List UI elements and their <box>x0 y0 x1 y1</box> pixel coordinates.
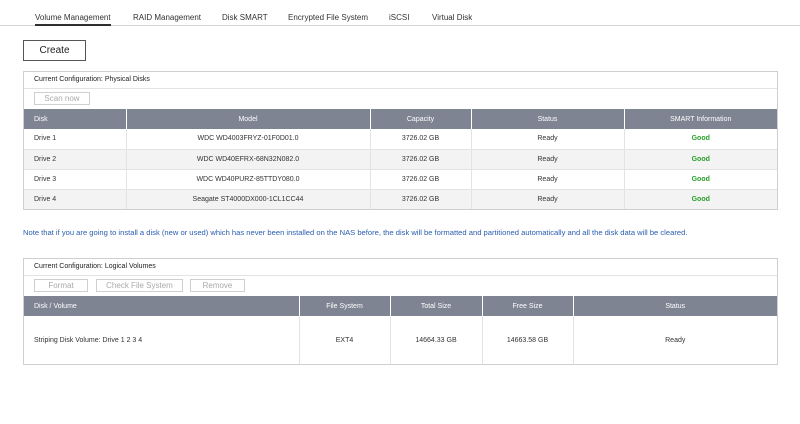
smart-cell: Good <box>624 189 777 209</box>
tab-iscsi[interactable]: iSCSI <box>389 13 409 22</box>
format-warning-note: Note that if you are going to install a … <box>23 228 688 237</box>
logical-volumes-title: Current Configuration: Logical Volumes <box>24 259 777 276</box>
check-file-system-button[interactable]: Check File System <box>96 279 183 292</box>
physical-disks-panel: Current Configuration: Physical Disks Sc… <box>23 71 778 210</box>
column-header-free-size[interactable]: Free Size <box>482 296 574 316</box>
tab-encrypted-file-system[interactable]: Encrypted File System <box>288 13 368 22</box>
column-header-smart[interactable]: SMART Information <box>624 109 777 129</box>
status-cell: Ready <box>471 129 625 150</box>
column-header-disk-volume[interactable]: Disk / Volume <box>24 296 300 316</box>
create-button[interactable]: Create <box>23 40 86 61</box>
scan-now-button[interactable]: Scan now <box>34 92 90 105</box>
column-header-file-system[interactable]: File System <box>299 296 391 316</box>
status-cell: Ready <box>471 149 625 170</box>
model-cell: WDC WD40EFRX-68N32N082.0 <box>126 149 371 170</box>
column-header-status[interactable]: Status <box>471 109 625 129</box>
volume-status-cell: Ready <box>665 336 686 344</box>
logical-volumes-panel: Current Configuration: Logical Volumes F… <box>23 258 778 365</box>
capacity-cell: 3726.02 GB <box>370 169 472 190</box>
model-cell: Seagate ST4000DX000-1CL1CC44 <box>126 189 371 209</box>
capacity-cell: 3726.02 GB <box>370 149 472 170</box>
table-row[interactable]: Striping Disk Volume: Drive 1 2 3 4 EXT4… <box>24 316 777 364</box>
model-cell: WDC WD40PURZ-85TTDY080.0 <box>126 169 371 190</box>
table-row[interactable]: Drive 1 WDC WD4003FRYZ-01F0D01.0 3726.02… <box>24 129 777 150</box>
physical-disks-table: Disk Model Capacity Status SMART Informa… <box>24 109 777 209</box>
model-cell: WDC WD4003FRYZ-01F0D01.0 <box>126 129 371 150</box>
disk-cell: Drive 3 <box>24 169 127 190</box>
tab-virtual-disk[interactable]: Virtual Disk <box>432 13 472 22</box>
column-header-disk[interactable]: Disk <box>24 109 127 129</box>
table-row[interactable]: Drive 4 Seagate ST4000DX000-1CL1CC44 372… <box>24 189 777 209</box>
tab-disk-smart[interactable]: Disk SMART <box>222 13 268 22</box>
capacity-cell: 3726.02 GB <box>370 129 472 150</box>
table-header-row: Disk / Volume File System Total Size Fre… <box>24 296 777 316</box>
column-header-capacity[interactable]: Capacity <box>370 109 472 129</box>
tab-raid-management[interactable]: RAID Management <box>133 13 201 22</box>
disk-cell: Drive 4 <box>24 189 127 209</box>
physical-disks-toolbar: Scan now <box>24 89 777 109</box>
status-cell: Ready <box>471 189 625 209</box>
disk-cell: Drive 1 <box>24 129 127 150</box>
tab-bar: Volume Management RAID Management Disk S… <box>0 0 800 26</box>
total-size-cell: 14664.33 GB <box>390 316 483 364</box>
column-header-model[interactable]: Model <box>126 109 371 129</box>
smart-cell: Good <box>624 169 777 190</box>
logical-volumes-table: Disk / Volume File System Total Size Fre… <box>24 296 777 364</box>
status-cell: Ready <box>471 169 625 190</box>
logical-volumes-toolbar: Format Check File System Remove <box>24 276 777 296</box>
volume-cell: Striping Disk Volume: Drive 1 2 3 4 <box>24 316 300 364</box>
file-system-cell: EXT4 <box>299 316 391 364</box>
physical-disks-title: Current Configuration: Physical Disks <box>24 72 777 89</box>
format-button[interactable]: Format <box>34 279 88 292</box>
table-header-row: Disk Model Capacity Status SMART Informa… <box>24 109 777 129</box>
smart-cell: Good <box>624 149 777 170</box>
disk-cell: Drive 2 <box>24 149 127 170</box>
remove-button[interactable]: Remove <box>190 279 245 292</box>
smart-cell: Good <box>624 129 777 150</box>
tab-volume-management[interactable]: Volume Management <box>35 13 111 26</box>
column-header-total-size[interactable]: Total Size <box>390 296 483 316</box>
table-row[interactable]: Drive 2 WDC WD40EFRX-68N32N082.0 3726.02… <box>24 149 777 170</box>
column-header-volume-status[interactable]: Status <box>573 296 777 316</box>
capacity-cell: 3726.02 GB <box>370 189 472 209</box>
free-size-cell: 14663.58 GB <box>482 316 574 364</box>
table-row[interactable]: Drive 3 WDC WD40PURZ-85TTDY080.0 3726.02… <box>24 169 777 190</box>
